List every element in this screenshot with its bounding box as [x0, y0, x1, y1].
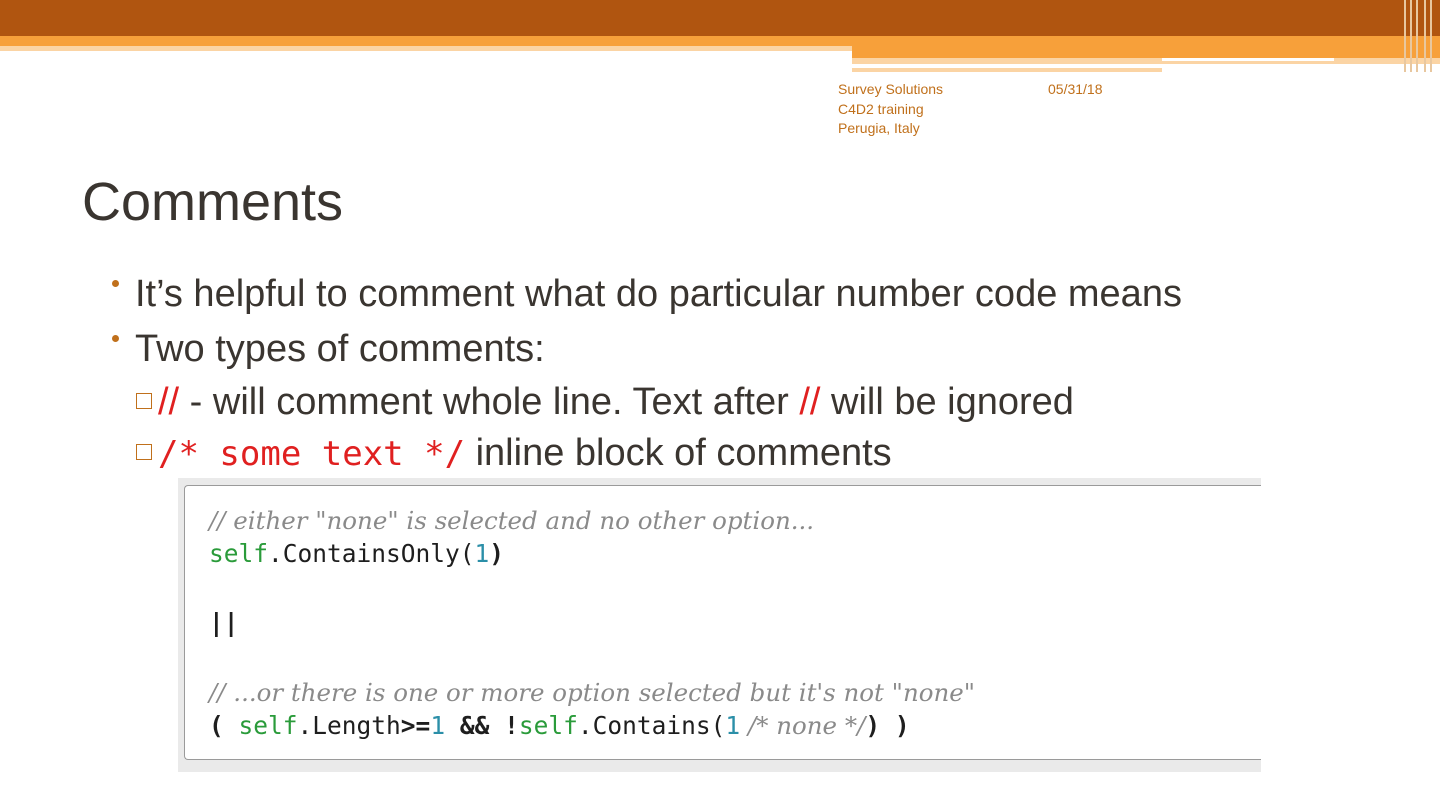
code-text: ) — [489, 539, 505, 568]
code-text: .ContainsOnly( — [268, 539, 475, 568]
footer-org: Survey Solutions — [838, 81, 944, 97]
code-editor: // either "none" is selected and no othe… — [184, 485, 1261, 760]
sub-bullet-text: - will comment whole line. Text after — [179, 381, 800, 423]
code-text: ) ) — [865, 711, 910, 740]
code-comment: // either "none" is selected and no othe… — [209, 506, 815, 535]
sub-bullet-text: will be ignored — [820, 381, 1074, 423]
sub-bullet-text: inline block of comments — [465, 432, 892, 474]
slide-title: Comments — [82, 172, 344, 232]
code-keyword: self — [518, 711, 578, 740]
code-line: // ...or there is one or more option sel… — [209, 678, 975, 708]
bullet-item: It’s helpful to comment what do particul… — [112, 272, 1182, 316]
code-number: 1 — [725, 711, 741, 740]
square-bullet-icon — [136, 392, 152, 409]
footer-date: 05/31/18 — [1048, 81, 1103, 97]
code-number: 1 — [430, 711, 446, 740]
header-banner-line — [852, 68, 1162, 72]
code-comment: /* none */ — [740, 711, 866, 740]
sub-bullet-item: /* some text */ inline block of comments — [136, 431, 892, 476]
code-operator: && — [445, 711, 505, 740]
code-comment: // ...or there is one or more option sel… — [209, 678, 976, 707]
slide-footer-info: Survey Solutions C4D2 training Perugia, … — [838, 80, 943, 139]
bullet-dot-icon — [112, 280, 119, 288]
code-text: .Length — [297, 711, 401, 740]
comment-marker: // — [158, 381, 180, 423]
code-keyword: self — [238, 711, 298, 740]
code-line: || — [209, 608, 239, 638]
code-number: 1 — [474, 539, 490, 568]
code-line: self.ContainsOnly(1) — [209, 539, 504, 569]
block-comment-marker: /* some text */ — [158, 434, 466, 474]
code-operator: || — [209, 608, 239, 637]
header-banner-pinstripes — [1398, 0, 1440, 72]
square-bullet-icon — [136, 443, 152, 460]
code-keyword: self — [209, 539, 269, 568]
sub-bullet-item: // - will comment whole line. Text after… — [136, 380, 1074, 424]
footer-location: Perugia, Italy — [838, 120, 920, 136]
bullet-text: It’s helpful to comment what do particul… — [135, 273, 1182, 315]
footer-event: C4D2 training — [838, 100, 924, 117]
code-text: .Contains( — [577, 711, 726, 740]
code-text: ( — [209, 711, 239, 740]
code-screenshot: // either "none" is selected and no othe… — [178, 478, 1261, 772]
code-line: // either "none" is selected and no othe… — [209, 506, 814, 536]
comment-marker: // — [799, 381, 821, 423]
header-banner — [0, 0, 1440, 38]
header-banner-stripe-right — [852, 48, 1440, 58]
bullet-text: Two types of comments: — [135, 328, 545, 370]
header-banner-highlight-right — [852, 58, 1440, 64]
code-operator: ! — [504, 711, 519, 740]
code-operator: >= — [400, 711, 431, 740]
bullet-item: Two types of comments: — [112, 327, 545, 371]
code-line: ( self.Length>=1 && !self.Contains(1 /* … — [209, 711, 910, 741]
header-banner-line — [1162, 58, 1334, 61]
header-banner-highlight — [0, 46, 852, 51]
bullet-dot-icon — [112, 335, 119, 343]
